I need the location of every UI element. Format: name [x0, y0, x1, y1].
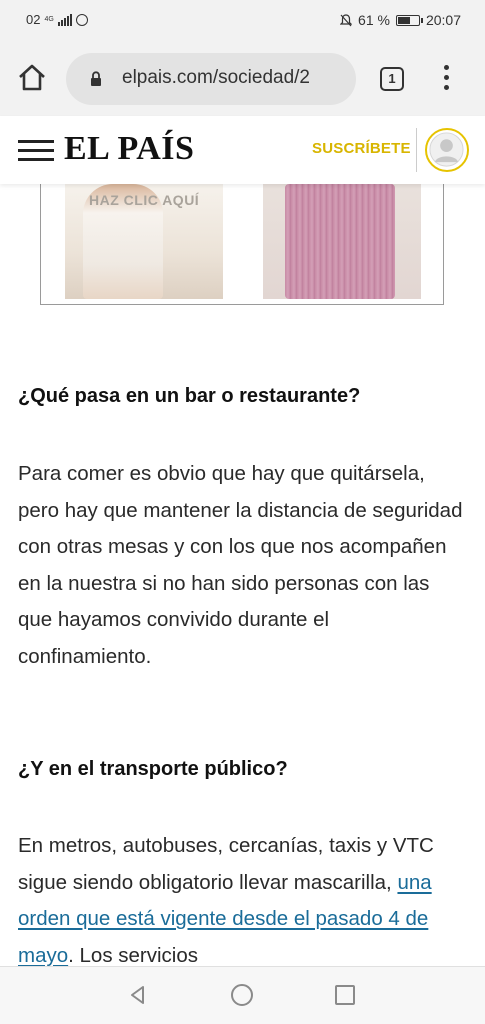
section-heading-bar: ¿Qué pasa en un bar o restaurante? [18, 385, 361, 407]
address-bar[interactable]: elpais.com/sociedad/2 [66, 53, 356, 105]
site-logo[interactable]: EL PAÍS [64, 130, 194, 168]
hamburger-menu-icon[interactable] [18, 140, 54, 162]
battery-fill [397, 16, 410, 24]
system-nav-bar [0, 966, 485, 1024]
carrier-label: 02 [26, 12, 41, 27]
status-right: 61 % 20:07 [340, 12, 461, 28]
home-icon[interactable] [16, 62, 48, 94]
ad-dress-figure [285, 184, 395, 299]
ad-image-right[interactable] [263, 184, 421, 299]
battery-percent: 61 % [358, 12, 390, 28]
paragraph-transport: En metros, autobuses, cercanías, taxis y… [18, 828, 468, 974]
back-icon[interactable] [128, 985, 148, 1005]
home-circle-icon[interactable] [231, 984, 253, 1006]
user-silhouette-icon [429, 132, 464, 167]
tabs-icon[interactable]: 1 [380, 67, 404, 91]
network-label: 4G [44, 16, 54, 23]
status-left: 02 4G [26, 12, 88, 27]
battery-icon [395, 14, 423, 26]
subscribe-button[interactable]: SUSCRÍBETE [312, 140, 411, 157]
url-text[interactable]: elpais.com/sociedad/2 [122, 67, 348, 89]
signal-icon [57, 13, 72, 26]
site-header: EL PAÍS SUSCRÍBETE [0, 116, 485, 184]
paragraph-bar: Para comer es obvio que hay que quitárse… [18, 462, 463, 668]
paragraph-transport-tail: . Los servicios [68, 943, 199, 967]
browser-toolbar: elpais.com/sociedad/2 1 [0, 40, 485, 116]
clock: 20:07 [425, 12, 461, 28]
advertisement[interactable]: HAZ CLIC AQUÍ [40, 184, 444, 305]
header-divider [416, 128, 417, 172]
status-bar: 02 4G 61 % 20:07 [0, 0, 485, 40]
ad-caption[interactable]: HAZ CLIC AQUÍ [89, 192, 199, 208]
bell-off-icon [340, 13, 353, 26]
user-avatar-icon[interactable] [425, 128, 469, 172]
section-heading-transport: ¿Y en el transporte público? [18, 758, 288, 780]
paragraph-transport-text: En metros, autobuses, cercanías, taxis y… [18, 834, 434, 894]
overflow-menu-icon[interactable] [436, 65, 456, 93]
whatsapp-icon [75, 13, 88, 26]
lock-icon [91, 71, 101, 86]
recent-apps-icon[interactable] [335, 985, 355, 1005]
